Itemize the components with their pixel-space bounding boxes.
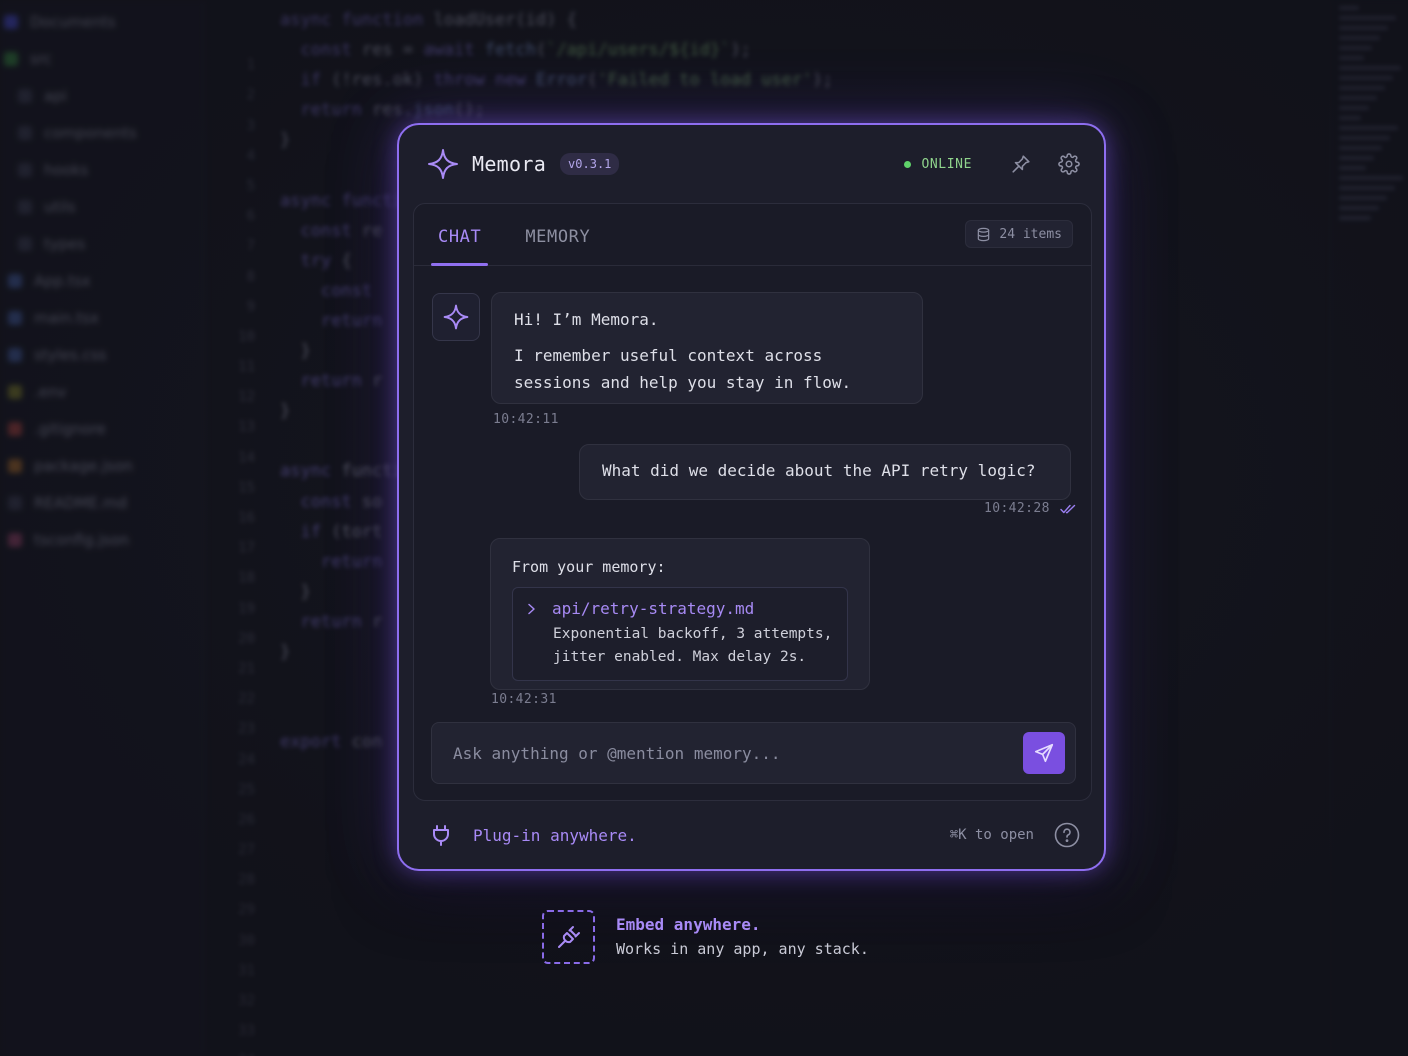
message-meta: 10:42:28 xyxy=(984,501,1076,516)
embed-callout: Embed anywhere. Works in any app, any st… xyxy=(542,910,869,964)
footer-tagline: Plug-in anywhere. xyxy=(473,825,637,845)
memora-widget: Memora v0.3.1 ONLINE CHAT MEMORY 24 item… xyxy=(397,123,1106,871)
widget-footer: Plug-in anywhere. ⌘K to open xyxy=(399,811,1104,859)
status-indicator: ONLINE xyxy=(904,157,972,172)
plug-icon xyxy=(433,825,449,846)
message-body: What did we decide about the API retry l… xyxy=(602,461,1036,480)
embed-icon-box xyxy=(542,910,595,964)
message-timestamp: 10:42:28 xyxy=(984,501,1050,516)
memory-reference-card[interactable]: api/retry-strategy.md Exponential backof… xyxy=(512,587,848,681)
memory-file-link[interactable]: api/retry-strategy.md xyxy=(552,598,754,620)
message-input[interactable] xyxy=(453,743,1023,763)
database-icon xyxy=(978,227,990,241)
assistant-memory-message: From your memory: api/retry-strategy.md … xyxy=(490,538,870,690)
memory-summary: Exponential backoff, 3 attempts, jitter … xyxy=(553,626,833,665)
plug-icon xyxy=(557,926,580,948)
tab-chat[interactable]: CHAT xyxy=(431,227,489,266)
user-message: What did we decide about the API retry l… xyxy=(579,444,1071,500)
chat-panel: CHAT MEMORY 24 items Hi! I’m Memora. I r… xyxy=(413,203,1092,801)
keyboard-shortcut-hint: ⌘K to open xyxy=(949,827,1034,843)
help-icon[interactable] xyxy=(1054,822,1080,848)
gear-icon[interactable] xyxy=(1058,153,1080,175)
message-timestamp: 10:42:31 xyxy=(491,692,557,707)
chevron-right-icon xyxy=(528,603,535,615)
sparkle-icon xyxy=(443,304,469,330)
status-text: ONLINE xyxy=(921,156,972,172)
tab-memory[interactable]: MEMORY xyxy=(518,227,597,265)
memory-count-badge[interactable]: 24 items xyxy=(965,220,1073,248)
send-icon xyxy=(1034,743,1054,763)
brand-name: Memora xyxy=(472,152,547,176)
send-button[interactable] xyxy=(1023,732,1065,774)
embed-subtitle: Works in any app, any stack. xyxy=(616,940,869,958)
assistant-message: Hi! I’m Memora. I remember useful contex… xyxy=(491,292,923,404)
memory-header: From your memory: xyxy=(512,558,666,576)
embed-title: Embed anywhere. xyxy=(616,915,761,934)
sparkle-icon xyxy=(428,149,458,179)
version-badge: v0.3.1 xyxy=(560,153,620,175)
message-timestamp: 10:42:11 xyxy=(493,412,559,427)
assistant-avatar xyxy=(432,293,480,341)
status-dot xyxy=(904,160,912,168)
double-check-icon xyxy=(1060,504,1076,513)
message-body: I remember useful context across session… xyxy=(514,346,852,392)
pin-icon[interactable] xyxy=(1010,153,1032,175)
message-composer xyxy=(431,722,1076,784)
widget-header: Memora v0.3.1 ONLINE xyxy=(399,125,1104,203)
items-count: 24 items xyxy=(999,226,1062,242)
message-greeting: Hi! I’m Memora. xyxy=(514,310,659,329)
